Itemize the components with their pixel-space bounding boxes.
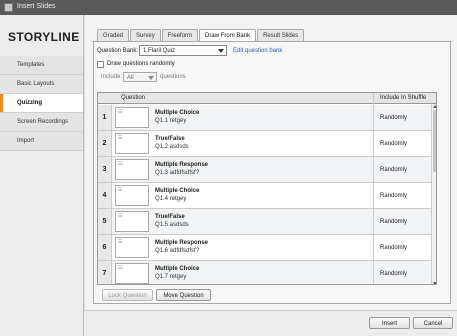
- slide-thumbnail: ☰: [115, 263, 149, 284]
- dialog-footer: Insert Cancel: [84, 310, 457, 336]
- chevron-down-icon: [148, 76, 154, 80]
- storyline-logo: STORYLINE: [8, 30, 80, 44]
- row-number: 1: [98, 105, 112, 130]
- table-row[interactable]: 2 ☰ True/False Q1.2 asdsds Randomly: [98, 131, 436, 157]
- question-text: Q1.4 retgey: [155, 196, 187, 202]
- tab-survey[interactable]: Survey: [130, 29, 161, 41]
- question-type: Multiple Response: [155, 240, 209, 246]
- tab-draw-from-bank[interactable]: Draw From Bank: [199, 29, 257, 41]
- slide-icon: ☰: [118, 213, 123, 219]
- question-text: Q1.7 retgey: [155, 274, 187, 280]
- include-in-shuffle[interactable]: Randomly: [380, 219, 407, 225]
- question-type: Multiple Choice: [155, 110, 200, 116]
- tab-result-slides[interactable]: Result Slides: [257, 29, 305, 41]
- slide-icon: ☰: [118, 239, 123, 245]
- include-in-shuffle[interactable]: Randomly: [380, 245, 407, 251]
- row-number: 2: [98, 131, 112, 156]
- table-header: Question Include In Shuffle: [98, 93, 436, 104]
- tab-bar: Graded Survey Freeform Draw From Bank Re…: [97, 29, 305, 41]
- column-header-question: Question: [121, 95, 146, 101]
- app-icon: [4, 3, 13, 12]
- question-type: True/False: [155, 214, 185, 220]
- tab-freeform[interactable]: Freeform: [161, 29, 199, 41]
- slide-icon: ☰: [118, 187, 123, 193]
- question-text: Q1.5 asdsds: [155, 222, 189, 228]
- include-in-shuffle[interactable]: Randomly: [380, 141, 407, 147]
- scroll-down-icon[interactable]: [433, 282, 436, 284]
- sidebar-item-templates[interactable]: Templates: [0, 56, 83, 75]
- question-type: Multiple Choice: [155, 188, 200, 194]
- sidebar-item-screen-recordings[interactable]: Screen Recordings: [0, 113, 83, 132]
- slide-thumbnail: ☰: [115, 237, 149, 258]
- table-row[interactable]: 4 ☰ Multiple Choice Q1.4 retgey Randomly: [98, 183, 436, 209]
- slide-icon: ☰: [118, 161, 123, 167]
- table-row[interactable]: 3 ☰ Multiple Response Q1.3 adfdfsdfsf? R…: [98, 157, 436, 183]
- slide-icon: ☰: [118, 109, 123, 115]
- table-row[interactable]: 5 ☰ True/False Q1.5 asdsds Randomly: [98, 209, 436, 235]
- slide-thumbnail: ☰: [115, 159, 149, 180]
- table-row[interactable]: 7 ☰ Multiple Choice Q1.7 retgey Randomly: [98, 261, 436, 284]
- slide-thumbnail: ☰: [115, 107, 149, 128]
- column-divider: [373, 93, 374, 284]
- include-in-shuffle[interactable]: Randomly: [380, 271, 407, 277]
- cancel-button[interactable]: Cancel: [413, 317, 453, 329]
- questions-table: Question Include In Shuffle 1 ☰ Multiple…: [97, 92, 437, 285]
- row-number: 4: [98, 183, 112, 208]
- draw-from-bank-panel: Question Bank: 1 Flaril Quiz Edit questi…: [93, 41, 451, 304]
- column-header-include: Include In Shuffle: [380, 95, 427, 101]
- slide-thumbnail: ☰: [115, 133, 149, 154]
- include-suffix: questions: [160, 74, 186, 80]
- include-in-shuffle[interactable]: Randomly: [380, 193, 407, 199]
- slide-thumbnail: ☰: [115, 185, 149, 206]
- scrollbar-thumb[interactable]: [433, 110, 436, 172]
- row-number: 6: [98, 235, 112, 260]
- sidebar-item-quizzing[interactable]: Quizzing: [0, 94, 83, 113]
- sidebar-item-import[interactable]: Import: [0, 132, 83, 151]
- title-bar: Insert Slides: [0, 0, 457, 15]
- sidebar-item-label: Screen Recordings: [17, 119, 69, 125]
- draw-randomly-checkbox[interactable]: [97, 61, 104, 68]
- edit-question-bank-link[interactable]: Edit question bank: [233, 48, 282, 54]
- draw-randomly-label: Draw questions randomly: [107, 61, 175, 67]
- content-area: Graded Survey Freeform Draw From Bank Re…: [84, 15, 457, 310]
- sidebar-item-label: Quizzing: [17, 100, 42, 106]
- include-label: Include:: [101, 74, 123, 80]
- question-text: Q1.6 adfdfsdfsf?: [155, 248, 200, 254]
- sidebar-item-label: Import: [17, 138, 35, 144]
- chevron-down-icon: [218, 49, 224, 53]
- question-text: Q1.3 adfdfsdfsf?: [155, 170, 200, 176]
- question-bank-value: 1 Flaril Quiz: [143, 48, 176, 54]
- table-row[interactable]: 6 ☰ Multiple Response Q1.6 adfdfsdfsf? R…: [98, 235, 436, 261]
- table-scrollbar[interactable]: [431, 104, 436, 284]
- include-in-shuffle[interactable]: Randomly: [380, 167, 407, 173]
- insert-button[interactable]: Insert: [369, 317, 410, 329]
- move-question-button[interactable]: Move Question: [156, 289, 211, 301]
- window-title: Insert Slides: [17, 3, 56, 10]
- question-type: Multiple Choice: [155, 266, 200, 272]
- sidebar: STORYLINE Templates Basic Layouts Quizzi…: [0, 15, 84, 336]
- row-number: 3: [98, 157, 112, 182]
- slide-thumbnail: ☰: [115, 211, 149, 232]
- row-number: 7: [98, 261, 112, 284]
- question-text: Q1.1 retgey: [155, 118, 187, 124]
- question-bank-select[interactable]: 1 Flaril Quiz: [139, 45, 227, 56]
- lock-question-button[interactable]: Lock Question: [102, 289, 153, 301]
- sidebar-item-basic-layouts[interactable]: Basic Layouts: [0, 75, 83, 94]
- table-row[interactable]: 1 ☰ Multiple Choice Q1.1 retgey Randomly: [98, 105, 436, 131]
- row-number: 5: [98, 209, 112, 234]
- question-bank-label: Question Bank:: [97, 48, 139, 54]
- sidebar-item-label: Basic Layouts: [17, 81, 55, 87]
- tab-graded[interactable]: Graded: [97, 29, 130, 41]
- scroll-up-icon[interactable]: [433, 105, 436, 108]
- question-type: True/False: [155, 136, 185, 142]
- include-select[interactable]: All: [123, 72, 157, 82]
- sidebar-item-label: Templates: [17, 62, 45, 68]
- question-type: Multiple Response: [155, 162, 209, 168]
- slide-icon: ☰: [118, 265, 123, 271]
- include-value: All: [127, 75, 134, 81]
- question-text: Q1.2 asdsds: [155, 144, 189, 150]
- include-in-shuffle[interactable]: Randomly: [380, 115, 407, 121]
- slide-icon: ☰: [118, 135, 123, 141]
